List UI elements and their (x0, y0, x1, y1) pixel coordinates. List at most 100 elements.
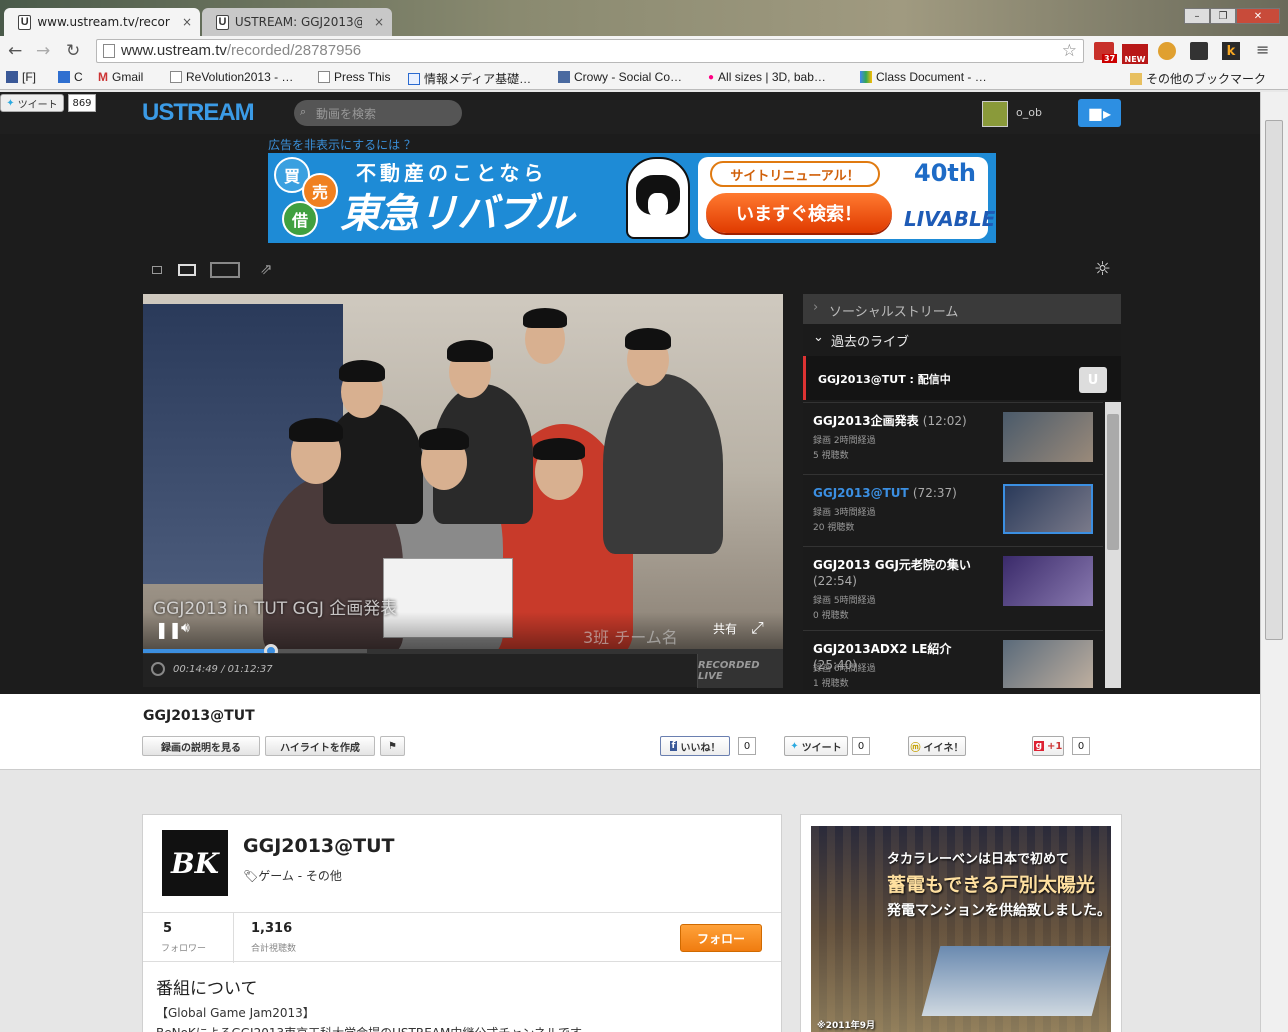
bookmark-info-media[interactable]: 情報メディア基礎… (408, 70, 531, 87)
list-item[interactable]: GGJ2013 GGJ元老院の集い (22:54) 録画 5時間経過 0 視聴数 (803, 546, 1103, 621)
address-bar[interactable]: www.ustream.tv/recorded/28787956 ☆ (96, 39, 1084, 63)
username[interactable]: o_ob (1016, 106, 1042, 119)
light-toggle-icon[interactable]: ☼ (1094, 258, 1111, 280)
tweet-count: 869 (68, 94, 96, 112)
google-plus-count: 0 (1072, 737, 1090, 755)
channel-category[interactable]: 🏷︎ゲーム - その他 (243, 867, 342, 884)
tab-close-icon[interactable]: × (182, 15, 192, 29)
google-plus-one-button[interactable]: g +1 (1032, 736, 1064, 756)
follow-button[interactable]: フォロー (680, 924, 762, 952)
minimize-icon[interactable]: – (1184, 8, 1210, 24)
banner-search-button[interactable]: いますぐ検索！ (706, 193, 892, 233)
ustream-favicon: U (216, 14, 229, 30)
ad-note: ※2011年9月 (817, 1021, 876, 1031)
time-bar: 00:14:49 / 01:12:37 RECORDED LIVE (143, 653, 783, 688)
extension-evernote-icon[interactable] (1190, 42, 1208, 60)
banner-anniversary: 40th (914, 159, 976, 187)
other-bookmarks[interactable]: その他のブックマーク (1130, 70, 1266, 87)
extension-new-icon[interactable]: NEW (1122, 44, 1148, 64)
recording-views: 0 視聴数 (813, 611, 849, 621)
google-plus-icon: g (1033, 741, 1045, 751)
calendar-icon (58, 71, 70, 83)
recording-age: 録画 5時間経過 (813, 596, 876, 606)
bookmark-press-this[interactable]: Press This (318, 70, 390, 84)
volume-icon[interactable]: 🔊︎ (181, 620, 190, 636)
forward-arrow-icon[interactable]: → (36, 41, 50, 61)
flickr-icon: ● (708, 71, 715, 83)
channel-logo[interactable]: BK (162, 830, 228, 896)
flag-icon[interactable]: ⚑ (380, 736, 405, 756)
banner-cta-panel: サイトリニューアル！ いますぐ検索！ 40th LIVABLE (698, 157, 995, 239)
back-arrow-icon[interactable]: ← (8, 41, 22, 61)
broadcast-camera-button[interactable]: ■▸ (1078, 99, 1121, 127)
total-views-label: 合計視聴数 (251, 944, 297, 954)
pause-icon[interactable]: ❚❚ (155, 620, 182, 639)
recording-thumbnail (1003, 484, 1093, 534)
player-size-medium-icon[interactable] (178, 264, 196, 276)
search-icon: ⌕ (300, 105, 307, 118)
ad-banner[interactable]: 買 売 借 不動産のことなら 東急リバブル サイトリニューアル！ いますぐ検索！… (268, 153, 996, 243)
close-window-icon[interactable]: ✕ (1236, 8, 1280, 24)
extension-klout-icon[interactable]: k (1222, 42, 1240, 60)
facebook-like-button[interactable]: f いいね！ (660, 736, 730, 756)
search-input[interactable]: ⌕ 動画を検索 (294, 100, 462, 126)
page-scrollbar[interactable] (1260, 92, 1288, 1032)
tab-ustream-recorded[interactable]: U www.ustream.tv/recorc × (4, 8, 200, 36)
bookmark-facebook[interactable]: [F] (6, 70, 36, 84)
gmail-icon: M (98, 70, 108, 84)
hide-ads-link[interactable]: 広告を非表示にするには ？ (268, 136, 416, 153)
mixi-icon: ⓜ (910, 742, 921, 754)
bookmark-gmail[interactable]: M Gmail (98, 70, 143, 84)
tag-icon: 🏷︎ (243, 869, 259, 883)
bookmark-star-icon[interactable]: ☆ (1062, 41, 1077, 61)
tab-title: www.ustream.tv/recorc (37, 15, 170, 29)
bookmark-calendar[interactable]: C (58, 70, 83, 84)
list-item-active[interactable]: GGJ2013@TUT (72:37) 録画 3時間経過 20 視聴数 (803, 474, 1103, 546)
live-now-item[interactable]: GGJ2013@TUT : 配信中 (803, 356, 1121, 400)
tab-ustream-channel[interactable]: U USTREAM: GGJ2013@T × (202, 8, 392, 36)
mixi-check-button[interactable]: ⓜ イイネ！ (908, 736, 966, 756)
create-highlight-button[interactable]: ハイライトを作成 (265, 736, 375, 756)
social-stream-header[interactable]: › ソーシャルストリーム (803, 294, 1121, 324)
side-ad[interactable]: タカラレーベンは日本で初めて 蓄電もできる戸別太陽光 発電マンションを供給致しま… (811, 826, 1111, 1032)
video-player[interactable]: GGJ2013 in TUT GGJ 企画発表 3班 チーム名 ❚❚ 🔊︎ 共有… (143, 294, 783, 650)
ad-line-2: 蓄電もできる戸別太陽光 (887, 874, 1095, 896)
list-item[interactable]: GGJ2013ADX2 LE紹介 (25:40) 録画 6時間経過 1 視聴数 (803, 630, 1103, 688)
reload-icon[interactable]: ↻ (66, 41, 80, 61)
menu-icon[interactable]: ≡ (1256, 40, 1269, 59)
about-text: BeNoKによるGGJ2013東京工科大学会場のUSTREAM中継公式チャンネル… (156, 1024, 582, 1032)
restore-icon[interactable]: ❐ (1210, 8, 1236, 24)
tab-close-icon[interactable]: × (374, 15, 384, 29)
page-icon (103, 44, 115, 58)
bookmark-class-document[interactable]: Class Document - … (860, 70, 987, 84)
avatar[interactable] (982, 101, 1008, 127)
ustream-logo[interactable]: USTREAM (142, 99, 255, 127)
facebook-icon (6, 71, 18, 83)
tweet-button[interactable]: ✦ ツイート (784, 736, 848, 756)
page-icon (408, 72, 420, 85)
time-display: 00:14:49 / 01:12:37 (173, 664, 273, 675)
recording-thumbnail (1003, 412, 1093, 462)
recording-views: 1 視聴数 (813, 679, 849, 688)
share-popout-icon[interactable]: ⇗ (260, 260, 273, 278)
tab-title: USTREAM: GGJ2013@T (234, 15, 362, 29)
channel-name[interactable]: GGJ2013@TUT (243, 835, 395, 857)
chevron-down-icon: ⌄ (813, 330, 824, 345)
fullscreen-icon[interactable]: ⤢ (751, 618, 764, 638)
bookmark-crowy[interactable]: Crowy - Social Co… (558, 70, 682, 84)
player-size-small-icon[interactable] (152, 266, 162, 274)
tweet-button[interactable]: ✦ ツイート (0, 94, 64, 112)
past-live-header[interactable]: ⌄ 過去のライブ (803, 326, 1121, 354)
player-size-large-icon[interactable] (210, 262, 240, 278)
url-host: www.ustream.tv (121, 42, 227, 59)
ad-line-1: タカラレーベンは日本で初めて (887, 852, 1070, 867)
share-button[interactable]: 共有 (713, 620, 737, 637)
recording-title: GGJ2013企画発表 (12:02) (813, 414, 967, 428)
facebook-icon: f (669, 741, 678, 751)
list-item[interactable]: GGJ2013企画発表 (12:02) 録画 2時間経過 5 視聴数 (803, 402, 1103, 474)
sidebar-scrollbar[interactable] (1105, 402, 1121, 688)
bookmark-flickr[interactable]: ● All sizes | 3D, bab… (708, 70, 826, 84)
bookmark-revolution[interactable]: ReVolution2013 - … (170, 70, 293, 84)
view-description-button[interactable]: 録画の説明を見る (142, 736, 260, 756)
extension-cat-icon[interactable] (1158, 42, 1176, 60)
